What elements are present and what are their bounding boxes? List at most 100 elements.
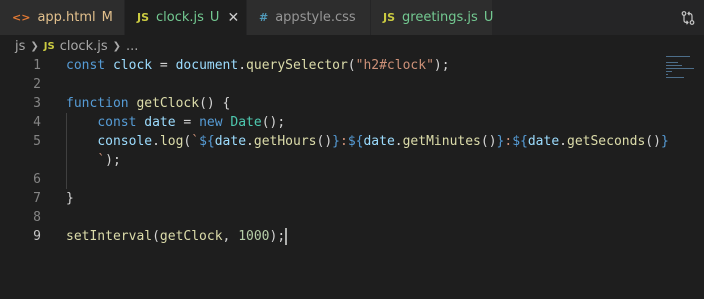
code-token: ()	[316, 134, 333, 149]
tab-label: appstyle.css	[275, 10, 356, 25]
code-token: clock	[112, 58, 153, 73]
code-token: ()	[645, 134, 661, 149]
code-line: 2	[0, 75, 700, 94]
code-token: (	[152, 229, 160, 244]
code-token: .	[559, 134, 567, 149]
code-line: 3 function getClock() {	[0, 94, 700, 113]
code-token: }	[660, 134, 669, 149]
breadcrumb-symbols[interactable]: ...	[126, 39, 138, 54]
code-line: 9 setInterval(getClock, 1000);	[0, 227, 700, 246]
code-line: 7}	[0, 189, 700, 208]
code-text: `);	[66, 151, 121, 170]
open-changes-button[interactable]	[672, 0, 704, 35]
code-token: getClock	[159, 229, 223, 244]
css-file-icon: #	[259, 11, 269, 24]
code-line: 6	[0, 170, 700, 189]
code-line: 4 const date = new Date();	[0, 113, 700, 132]
code-token: date	[527, 134, 560, 149]
code-token: }	[332, 134, 340, 149]
close-icon[interactable]: ✕	[227, 10, 239, 26]
code-text: function getClock() {	[66, 94, 230, 113]
tab-app-html[interactable]: <> app.html M	[0, 0, 125, 35]
breadcrumb-file[interactable]: clock.js	[60, 39, 108, 54]
chevron-right-icon: ❯	[112, 40, 122, 52]
code-line: 8	[0, 208, 700, 227]
code-token: () {	[199, 96, 231, 111]
breadcrumb: js ❯ JS clock.js ❯ ...	[0, 35, 704, 57]
line-number: 6	[33, 172, 41, 187]
breadcrumb-folder[interactable]: js	[15, 39, 25, 54]
code-editor[interactable]: 1 const clock = document.querySelector("h…	[0, 56, 704, 299]
html-file-icon: <>	[12, 11, 31, 24]
tab-label: clock.js	[156, 10, 204, 25]
tab-label: greetings.js	[402, 10, 478, 25]
line-number: 7	[33, 191, 41, 206]
code-token: getHours	[253, 134, 317, 149]
code-token: (	[347, 58, 356, 73]
code-token: setInterval	[66, 229, 153, 244]
code-line: 5 console.log(`${date.getHours()}:${date…	[0, 132, 700, 151]
code-token: querySelector	[246, 58, 348, 73]
code-token: :	[339, 134, 348, 149]
code-token: `	[97, 153, 106, 168]
javascript-file-icon: JS	[43, 40, 55, 52]
code-token: }	[66, 191, 74, 206]
code-token: ${	[512, 134, 528, 149]
code-text: }	[66, 189, 74, 208]
chevron-right-icon: ❯	[30, 40, 39, 52]
code-token: getSeconds	[567, 134, 646, 149]
line-number: 9	[33, 229, 41, 244]
code-token: console	[97, 134, 153, 149]
tab-greetings-js[interactable]: JS greetings.js U	[371, 0, 493, 35]
code-token: ,	[222, 229, 239, 244]
line-number: 1	[33, 58, 41, 73]
code-token: ${	[347, 134, 364, 149]
code-token: .	[238, 58, 247, 73]
code-text: console.log(`${date.getHours()}:${date.g…	[66, 132, 669, 151]
code-token: =	[152, 58, 176, 73]
editor-tab-bar: <> app.html M JS clock.js U ✕ # appstyle.css JS gr…	[0, 0, 704, 35]
code-token: ();	[261, 115, 286, 130]
compare-changes-icon	[681, 10, 695, 25]
tab-appstyle-css[interactable]: # appstyle.css	[247, 0, 371, 35]
text-cursor	[285, 228, 288, 245]
code-line: `);	[0, 151, 700, 170]
code-text: const date = new Date();	[66, 113, 285, 132]
code-token: .	[394, 134, 403, 149]
code-token: getClock	[136, 96, 200, 111]
code-text: setInterval(getClock, 1000);	[66, 227, 288, 246]
minimap[interactable]	[666, 56, 696, 86]
code-token: "h2#clock"	[355, 58, 434, 73]
code-token: .	[246, 134, 254, 149]
code-token: getMinutes	[402, 134, 481, 149]
code-token: .	[152, 134, 160, 149]
code-token: 1000	[238, 229, 270, 244]
code-token: const	[66, 58, 106, 73]
code-token: ()	[480, 134, 497, 149]
line-number: 3	[33, 96, 41, 111]
code-token: date	[363, 134, 395, 149]
code-token: new	[199, 115, 223, 130]
code-token: ${	[199, 134, 215, 149]
line-number: 2	[33, 77, 41, 92]
code-token: );	[105, 153, 121, 168]
code-token: date	[144, 115, 176, 130]
code-token: date	[214, 134, 247, 149]
line-number: 5	[33, 134, 41, 149]
tab-clock-js[interactable]: JS clock.js U ✕	[125, 0, 247, 35]
code-line: 1 const clock = document.querySelector("h…	[0, 56, 700, 75]
code-token: const	[97, 115, 137, 130]
code-token: document	[175, 58, 239, 73]
javascript-file-icon: JS	[137, 11, 150, 24]
code-text: const clock = document.querySelector("h2…	[66, 56, 450, 75]
javascript-file-icon: JS	[383, 11, 396, 24]
code-token: =	[175, 115, 200, 130]
line-number: 8	[33, 210, 41, 225]
git-status-badge: M	[101, 10, 113, 25]
git-status-badge: U	[483, 10, 494, 25]
git-status-badge: U	[209, 10, 220, 25]
